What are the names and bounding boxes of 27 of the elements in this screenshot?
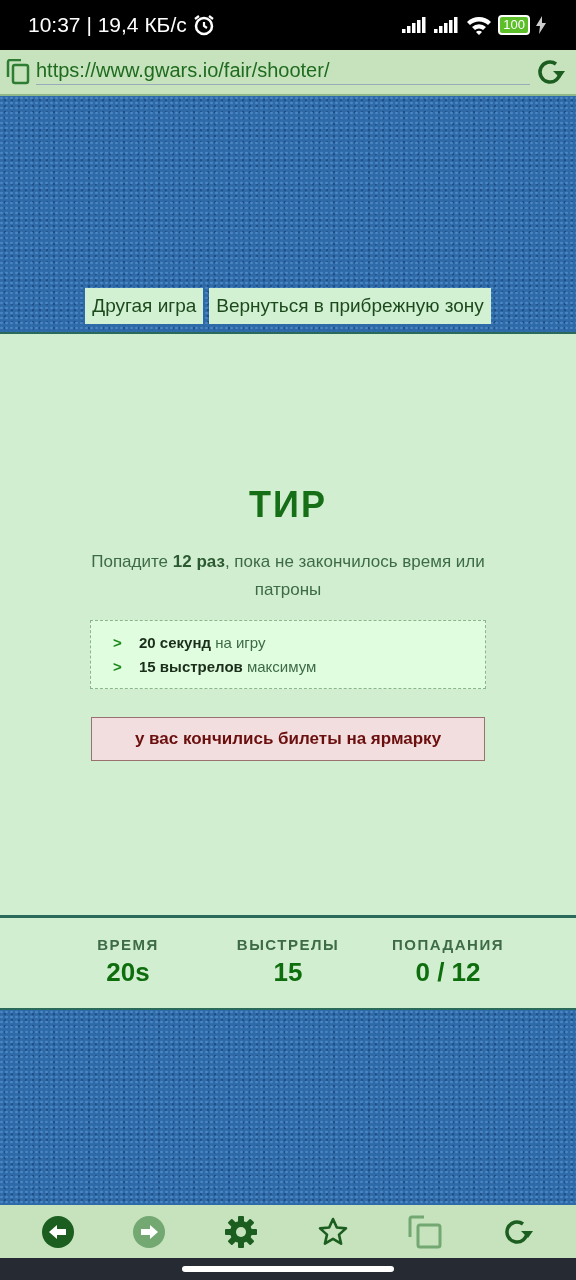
- stat-label: ПОПАДАНИЯ: [391, 936, 504, 953]
- settings-icon[interactable]: [225, 1215, 258, 1248]
- nav-button[interactable]: Вернуться в прибрежную зону: [209, 288, 491, 324]
- rule-text: 15 выстрелов максимум: [139, 658, 317, 675]
- nav-button[interactable]: Другая игра: [85, 288, 204, 324]
- clock-text: 10:37 | 19,4 КБ/с: [28, 13, 187, 37]
- battery-icon: 100: [498, 15, 530, 35]
- back-icon[interactable]: [41, 1215, 74, 1248]
- stat-value: 0 / 12: [415, 957, 481, 988]
- star-icon[interactable]: [316, 1215, 349, 1248]
- reload-icon[interactable]: [536, 57, 566, 87]
- alarm-icon: [192, 14, 215, 36]
- charging-icon: [536, 16, 546, 34]
- stat-label: ВРЕМЯ: [97, 936, 159, 953]
- game-description: Попадите 12 раз, пока не закончилось время или патроны: [90, 551, 486, 601]
- stat-label: ВЫСТРЕЛЫ: [236, 936, 340, 953]
- bullet-marker: >: [113, 658, 123, 675]
- signal-icon: [402, 17, 429, 33]
- stat-value: 20s: [106, 957, 150, 988]
- rule-text: 20 секунд на игру: [139, 634, 266, 651]
- alert-message: у вас кончились билеты на ярмарку: [91, 717, 485, 761]
- wifi-icon: [466, 15, 493, 35]
- game-title: ТИР: [249, 484, 327, 526]
- bullet-marker: >: [113, 634, 123, 651]
- stat-value: 15: [273, 957, 303, 988]
- signal-icon: [434, 17, 461, 33]
- tabs-icon[interactable]: [6, 59, 30, 85]
